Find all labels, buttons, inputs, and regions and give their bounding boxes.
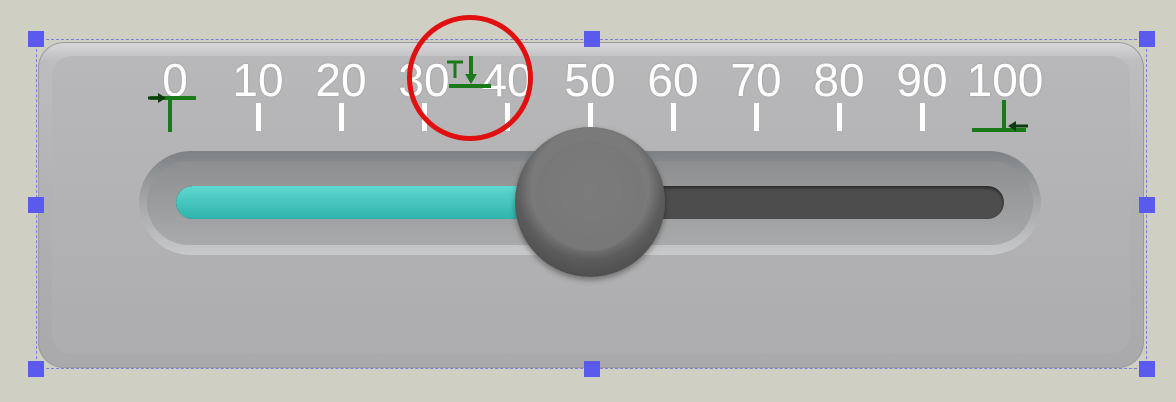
scale-label: 20: [315, 54, 367, 106]
scale-tick: [920, 103, 925, 131]
resize-handle-left[interactable]: [28, 197, 44, 213]
highlight-circle: [407, 15, 533, 141]
resize-handle-top[interactable]: [584, 31, 600, 47]
scale-label: 70: [730, 54, 782, 106]
scale-label: 60: [647, 54, 699, 106]
resize-handle-top-left[interactable]: [28, 31, 44, 47]
scale-label: 50: [564, 54, 616, 106]
scale-tick: [837, 103, 842, 131]
resize-handle-right[interactable]: [1139, 197, 1155, 213]
range-end-marker-icon[interactable]: [968, 98, 1030, 142]
scale-tick: [671, 103, 676, 131]
range-start-marker-icon[interactable]: [146, 84, 200, 136]
scale-tick: [256, 103, 261, 131]
resize-handle-top-right[interactable]: [1139, 31, 1155, 47]
scale-label: 80: [813, 54, 865, 106]
scale-label: 90: [896, 54, 948, 106]
scale-label: 10: [232, 54, 284, 106]
resize-handle-bottom[interactable]: [584, 361, 600, 377]
resize-handle-bottom-left[interactable]: [28, 361, 44, 377]
resize-handle-bottom-right[interactable]: [1139, 361, 1155, 377]
scale-tick: [754, 103, 759, 131]
scale-tick: [339, 103, 344, 131]
slider-thumb[interactable]: [515, 127, 665, 277]
